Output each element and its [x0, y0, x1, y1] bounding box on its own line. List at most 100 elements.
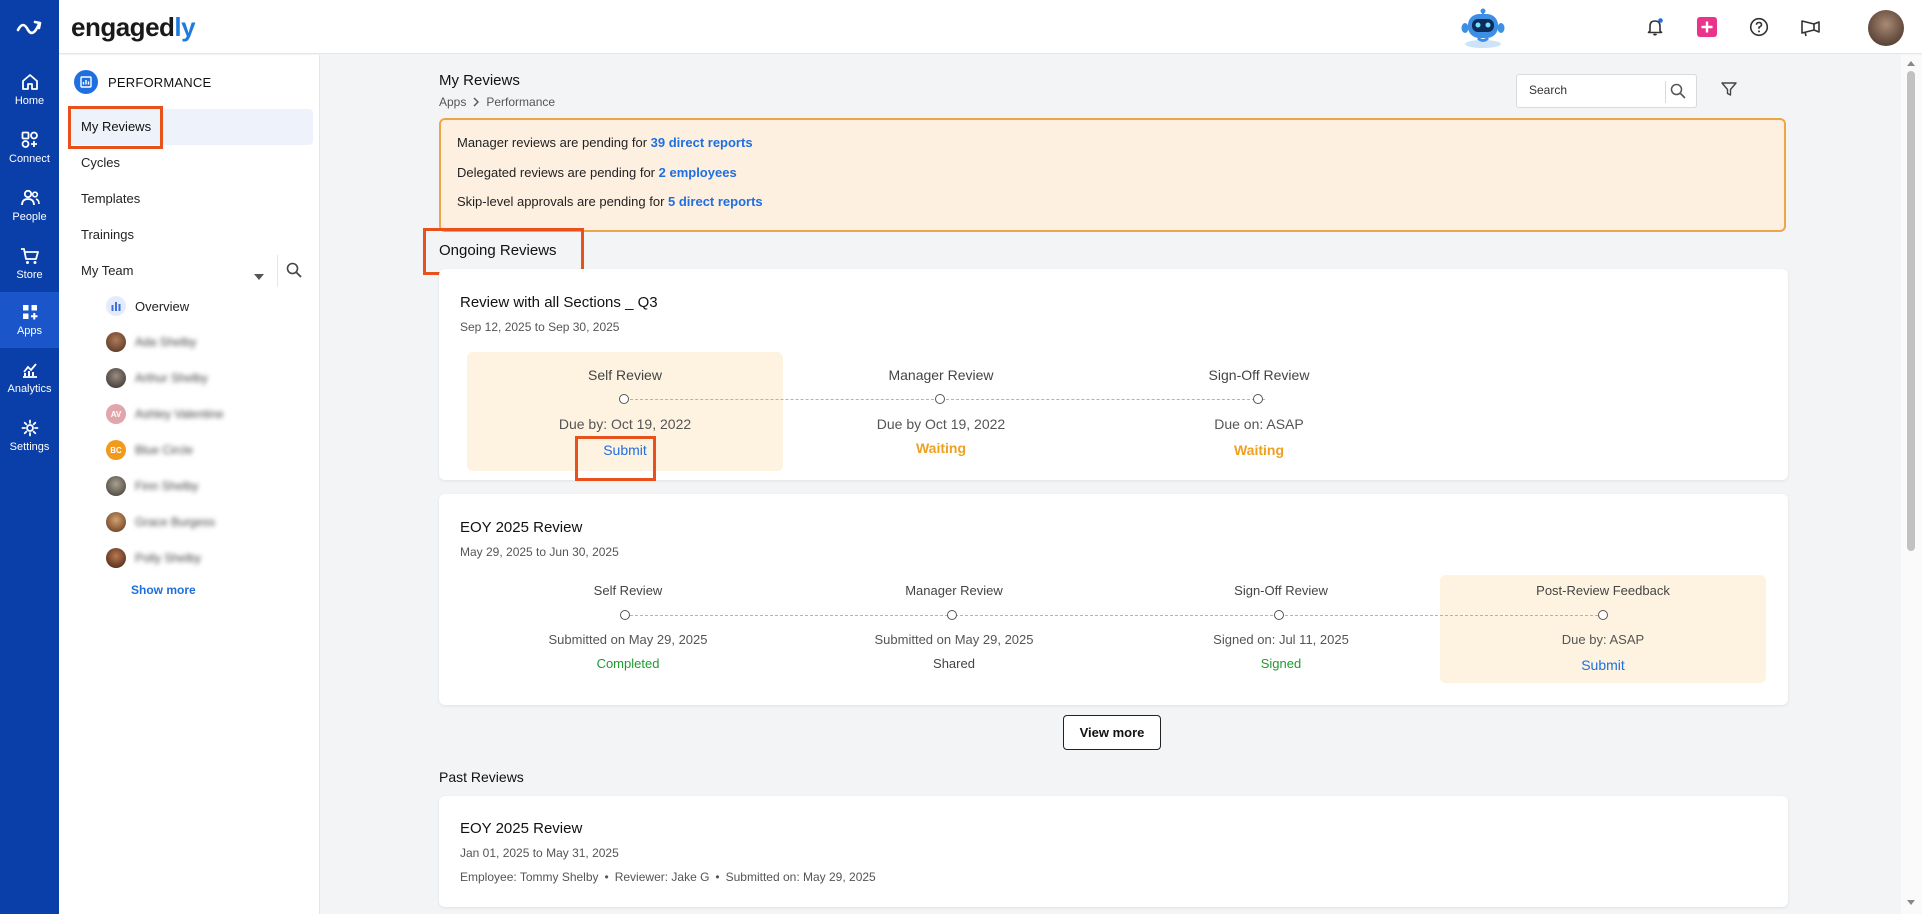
brand-logo[interactable]: engagedly [71, 12, 196, 43]
alert-text: Delegated reviews are pending for [457, 165, 659, 180]
alert-link[interactable]: 39 direct reports [651, 135, 753, 150]
stage-dot [1274, 610, 1284, 620]
gear-icon [21, 419, 38, 437]
sidebar-item-trainings[interactable]: Trainings [81, 227, 134, 242]
stage-manager-review: Manager Review Due by Oct 19, 2022 Waiti… [783, 352, 1099, 471]
review-card: Review with all Sections _ Q3 Sep 12, 20… [439, 269, 1788, 481]
sidebar-item-templates[interactable]: Templates [81, 191, 140, 206]
help-icon[interactable] [1745, 13, 1773, 41]
review-dates: May 29, 2025 to Jun 30, 2025 [460, 545, 619, 559]
home-icon [21, 74, 38, 90]
breadcrumb-apps[interactable]: Apps [439, 95, 466, 109]
rail-label: Connect [9, 153, 50, 165]
performance-icon [74, 70, 98, 94]
team-member-item[interactable]: Ada Shelby [106, 332, 196, 352]
divider [277, 255, 278, 287]
rail-item-home[interactable]: Home [0, 62, 59, 118]
stage-name: Manager Review [888, 367, 994, 383]
scrollbar[interactable] [1901, 55, 1922, 914]
rail-item-store[interactable]: Store [0, 236, 59, 292]
past-review-card[interactable]: EOY 2025 Review Jan 01, 2025 to May 31, … [439, 796, 1788, 907]
stage-status: Completed [596, 656, 660, 671]
avatar [106, 368, 126, 388]
rail-item-apps[interactable]: Apps [0, 292, 59, 348]
app-logo-icon[interactable] [0, 10, 59, 46]
view-more-button[interactable]: View more [1063, 715, 1161, 750]
stage-sign-off-review: Sign-Off Review Due on: ASAP Waiting [1101, 352, 1417, 471]
submit-feedback-button[interactable]: Submit [1440, 657, 1766, 673]
team-member-item[interactable]: Grace Burgess [106, 512, 215, 532]
connect-icon [21, 131, 38, 148]
stage-due: Due by: Oct 19, 2022 [558, 416, 692, 432]
stage-self-review: Self Review Submitted on May 29, 2025 Co… [475, 575, 781, 683]
sidebar: PERFORMANCE My Reviews Cycles Templates … [59, 55, 320, 914]
filter-icon[interactable] [1721, 82, 1737, 101]
rail-item-settings[interactable]: Settings [0, 408, 59, 464]
stage-dot [619, 394, 629, 404]
people-icon [20, 189, 40, 206]
rail-label: Home [14, 95, 45, 107]
ongoing-reviews-title: Ongoing Reviews [439, 242, 557, 259]
review-title: Review with all Sections _ Q3 [460, 294, 658, 311]
review-dates: Jan 01, 2025 to May 31, 2025 [460, 846, 619, 860]
alert-line: Skip-level approvals are pending for 5 d… [457, 194, 763, 209]
chevron-down-icon[interactable] [253, 268, 265, 286]
stage-dot [935, 394, 945, 404]
avatar-initials: BC [110, 445, 122, 455]
team-member-item[interactable]: Polly Shelby [106, 548, 201, 568]
breadcrumb-performance: Performance [486, 95, 556, 109]
performance-label: PERFORMANCE [108, 74, 212, 90]
avatar [106, 476, 126, 496]
team-member-name: Arthur Shelby [135, 371, 208, 385]
rail-label: Apps [16, 325, 43, 337]
scroll-up-icon[interactable] [1907, 61, 1915, 66]
scroll-thumb[interactable] [1907, 71, 1915, 551]
stage-dot [620, 610, 630, 620]
review-dates: Sep 12, 2025 to Sep 30, 2025 [460, 320, 620, 334]
team-member-item[interactable]: AV Ashley Valentine [106, 404, 224, 424]
rail-item-people[interactable]: People [0, 178, 59, 234]
team-overview[interactable]: Overview [106, 296, 189, 316]
rail-item-connect[interactable]: Connect [0, 120, 59, 176]
bot-assistant-icon[interactable] [1453, 6, 1513, 50]
avatar: AV [106, 404, 126, 424]
user-avatar[interactable] [1868, 10, 1904, 46]
alert-link[interactable]: 5 direct reports [668, 194, 763, 209]
overview-label: Overview [135, 298, 190, 314]
team-member-name: Ada Shelby [135, 335, 197, 349]
search-icon[interactable] [1670, 83, 1686, 104]
team-member-name: Finn Shelby [135, 479, 199, 493]
search-input[interactable] [1529, 83, 1659, 97]
team-member-name: Polly Shelby [135, 551, 202, 565]
sidebar-item-my-reviews[interactable]: My Reviews [81, 119, 151, 134]
alert-link[interactable]: 2 employees [659, 165, 737, 180]
divider [1665, 81, 1666, 103]
add-icon[interactable] [1693, 13, 1721, 41]
overview-icon [106, 296, 126, 316]
stage-dot [1598, 610, 1608, 620]
submit-self-review-button[interactable]: Submit [467, 442, 783, 458]
avatar [106, 512, 126, 532]
team-member-item[interactable]: BC Blue Circle [106, 440, 193, 460]
page-title: My Reviews [439, 72, 520, 89]
alert-line: Manager reviews are pending for 39 direc… [457, 135, 753, 150]
announcement-icon[interactable] [1797, 13, 1825, 41]
stage-name: Sign-Off Review [1234, 583, 1328, 598]
avatar-initials: AV [110, 409, 122, 419]
stage-manager-review: Manager Review Submitted on May 29, 2025… [801, 575, 1107, 683]
show-more-link[interactable]: Show more [131, 583, 196, 597]
apps-icon [22, 305, 37, 320]
rail-item-analytics[interactable]: Analytics [0, 350, 59, 406]
alert-text: Skip-level approvals are pending for [457, 194, 669, 209]
sidebar-item-my-team[interactable]: My Team [81, 263, 134, 278]
top-bar: engagedly [59, 0, 1922, 54]
bell-icon[interactable] [1641, 13, 1669, 41]
breadcrumb: Apps Performance [439, 95, 555, 109]
rail-label: Settings [9, 441, 50, 453]
team-member-item[interactable]: Arthur Shelby [106, 368, 208, 388]
stage-name: Post-Review Feedback [1536, 583, 1670, 598]
scroll-down-icon[interactable] [1907, 900, 1915, 905]
sidebar-item-cycles[interactable]: Cycles [81, 155, 120, 170]
team-search-icon[interactable] [286, 262, 302, 283]
team-member-item[interactable]: Finn Shelby [106, 476, 198, 496]
